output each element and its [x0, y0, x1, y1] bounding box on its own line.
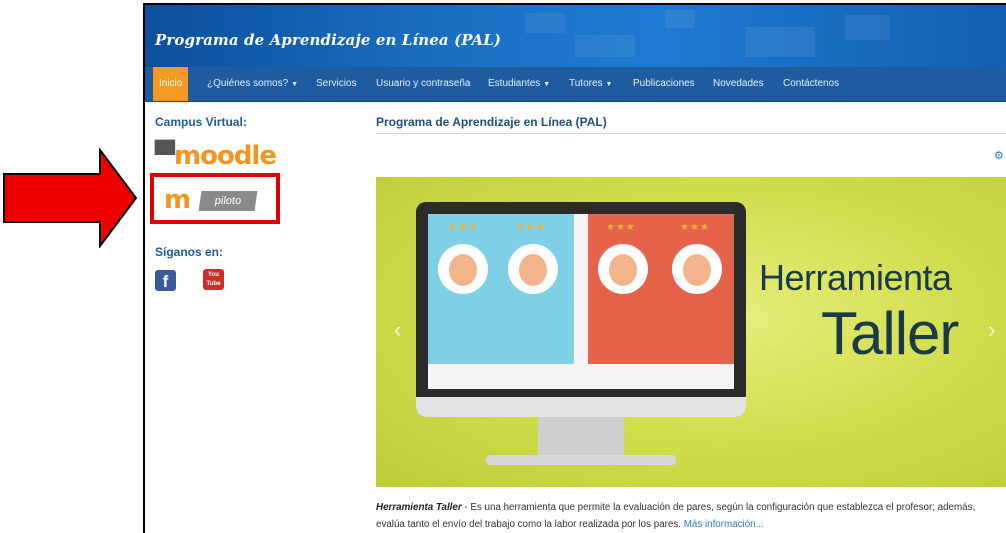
content-title: Programa de Aprendizaje en Línea (PAL) [376, 115, 607, 129]
graduation-cap-icon: ▀ [155, 141, 175, 171]
nav-item-usuario-contrasena[interactable]: Usuario y contraseña [376, 67, 471, 101]
more-info-link[interactable]: Más información... [684, 519, 764, 530]
caret-down-icon: ▼ [543, 81, 551, 88]
banner-heading-line2: Taller [821, 300, 959, 367]
nav-item-tutores[interactable]: Tutores ▼ [569, 67, 612, 101]
monitor-base [486, 455, 676, 465]
monitor-stand [538, 417, 624, 457]
campus-virtual-heading: Campus Virtual: [155, 115, 247, 129]
caret-down-icon: ▼ [291, 81, 299, 88]
carousel-next-arrow-icon[interactable]: › [988, 317, 995, 343]
piloto-label: piloto [198, 191, 258, 211]
main-navbar: Inicio ¿Quiénes somos? ▼ Servicios Usuari… [145, 67, 1006, 102]
banner-caption: Herramienta Taller - Es una herramienta … [376, 502, 976, 530]
gear-icon[interactable]: ⚙ [994, 149, 1004, 162]
nav-item-contactenos[interactable]: Contáctenos [783, 67, 839, 101]
moodle-logo-link[interactable]: ▀moodle [155, 141, 277, 171]
facebook-icon[interactable]: f [155, 270, 176, 291]
nav-item-publicaciones[interactable]: Publicaciones [633, 67, 695, 101]
browser-page: Programa de Aprendizaje en Línea (PAL) I… [143, 3, 1006, 533]
caption-lead: Herramienta Taller [376, 502, 462, 513]
nav-item-quienes-somos[interactable]: ¿Quiénes somos? ▼ [207, 67, 298, 101]
content-divider [376, 133, 1006, 134]
red-arrow-annotation [3, 148, 138, 248]
banner-carousel[interactable]: ★★★ ★★★ ★★★ ★★★ Herramienta Taller ‹ › [376, 177, 1006, 487]
nav-item-inicio[interactable]: Inicio [153, 67, 189, 101]
moodle-piloto-link[interactable]: m piloto [150, 173, 280, 224]
monitor-illustration: ★★★ ★★★ ★★★ ★★★ [416, 202, 746, 417]
nav-item-servicios[interactable]: Servicios [316, 67, 357, 101]
youtube-icon[interactable]: You Tube [203, 269, 224, 290]
carousel-prev-arrow-icon[interactable]: ‹ [394, 317, 401, 343]
caret-down-icon: ▼ [605, 81, 613, 88]
banner-heading-line1: Herramienta [759, 257, 952, 298]
site-header: Programa de Aprendizaje en Línea (PAL) [145, 5, 1006, 67]
nav-item-novedades[interactable]: Novedades [713, 67, 764, 101]
nav-item-estudiantes[interactable]: Estudiantes ▼ [488, 67, 550, 101]
site-title[interactable]: Programa de Aprendizaje en Línea (PAL) [155, 31, 501, 49]
moodle-m-icon: m [164, 185, 192, 215]
follow-us-heading: Síganos en: [155, 245, 224, 259]
